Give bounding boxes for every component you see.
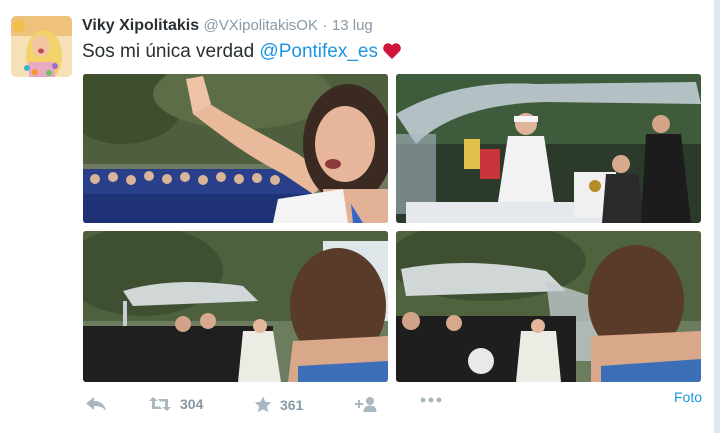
- follow-icon: [354, 396, 386, 412]
- tweet-text-body: Sos mi única verdad: [82, 41, 260, 62]
- follow-button[interactable]: [354, 396, 386, 412]
- favorite-count: 361: [280, 396, 304, 413]
- user-handle[interactable]: @VXipolitakisOK: [204, 17, 318, 34]
- display-name[interactable]: Viky Xipolitakis: [82, 17, 199, 34]
- retweet-button[interactable]: 304: [148, 396, 203, 412]
- photo-popemobile-behind-woman-2[interactable]: [396, 231, 701, 382]
- retweet-count: 304: [180, 396, 204, 412]
- separator-dot: ·: [322, 17, 328, 34]
- reply-button[interactable]: [85, 396, 115, 412]
- star-icon: [254, 396, 280, 413]
- panel-border: [714, 0, 720, 433]
- tweet-header: Viky Xipolitakis @VXipolitakisOK · 13 lu…: [82, 17, 373, 35]
- tweet-actions: 304 361: [82, 396, 702, 420]
- photo-woman-waving-crowd[interactable]: [83, 74, 388, 223]
- tweet-timestamp[interactable]: 13 lug: [332, 17, 373, 34]
- photo-popemobile-behind-woman[interactable]: [83, 231, 388, 382]
- photo-pope-in-popemobile[interactable]: [396, 74, 701, 223]
- mention-link[interactable]: @Pontifex_es: [259, 41, 378, 62]
- retweet-icon: [148, 396, 180, 412]
- media-photo-link[interactable]: Foto: [674, 389, 702, 405]
- more-button[interactable]: [419, 396, 451, 404]
- red-heart-icon: [382, 42, 402, 66]
- tweet-text: Sos mi única verdad @Pontifex_es: [82, 41, 402, 66]
- favorite-button[interactable]: 361: [254, 396, 303, 413]
- reply-icon: [85, 396, 115, 412]
- more-icon: [419, 396, 451, 404]
- avatar[interactable]: [11, 16, 72, 77]
